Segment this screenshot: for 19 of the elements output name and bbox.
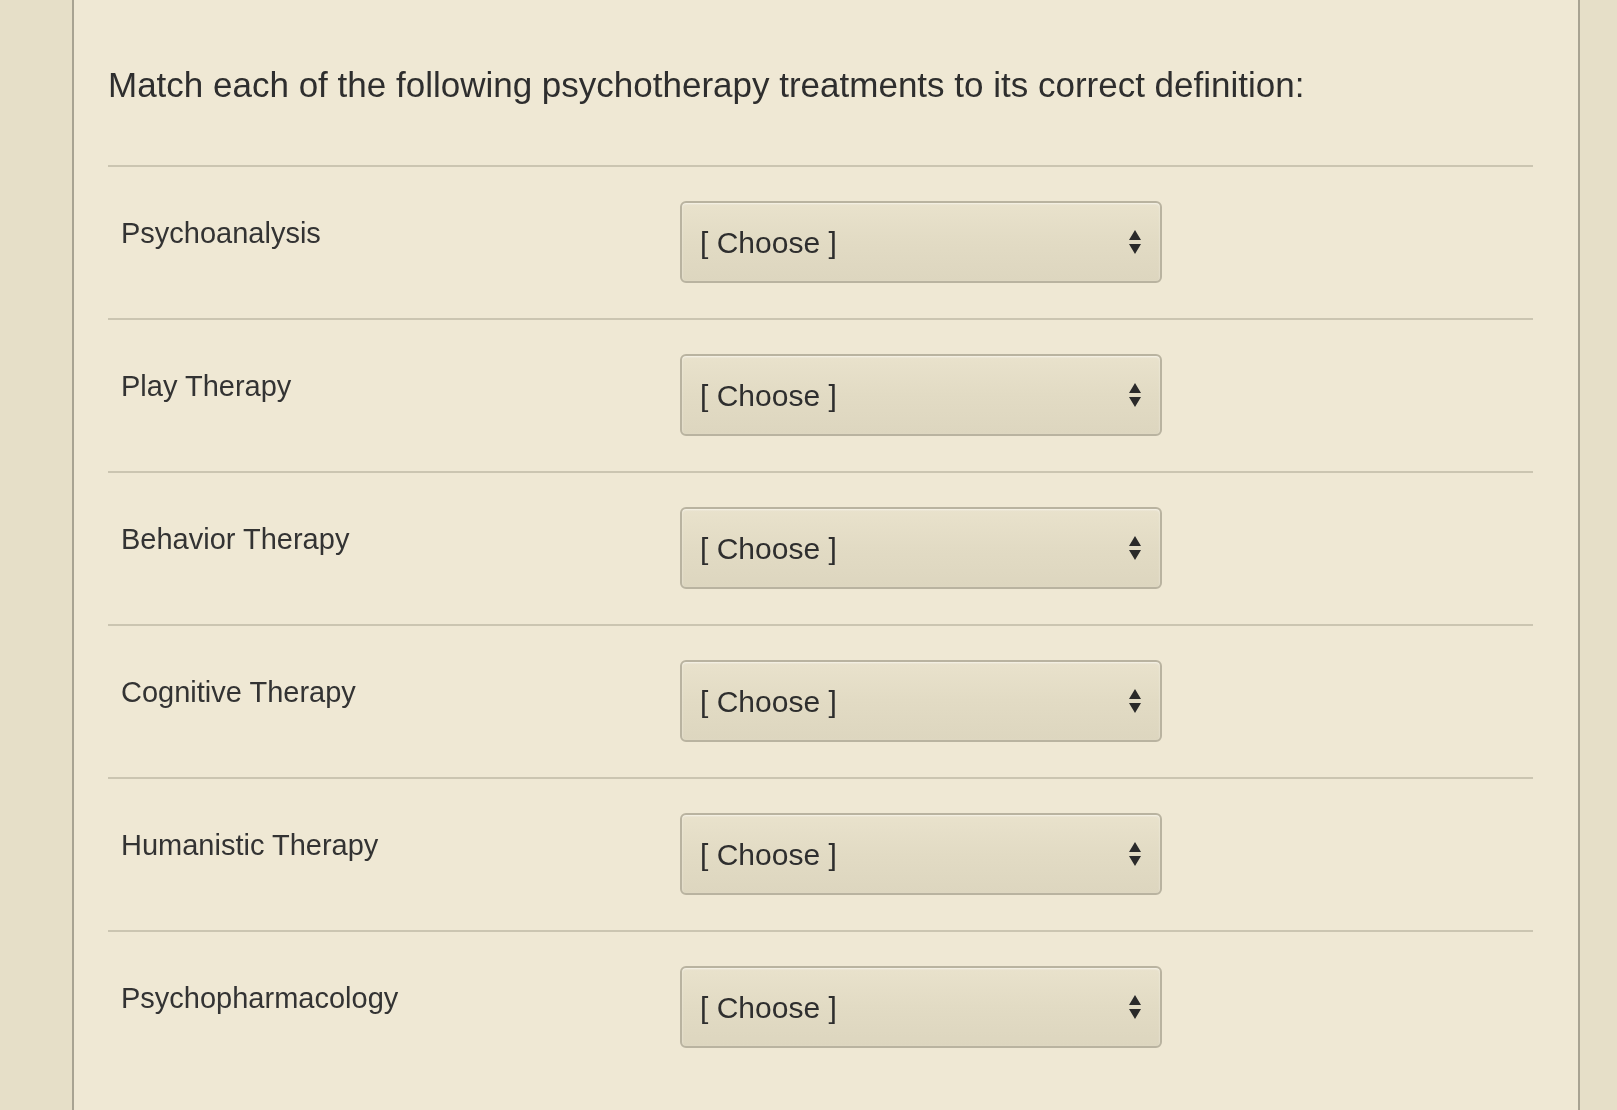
treatment-label: Psychoanalysis — [121, 216, 321, 251]
question-prompt: Match each of the following psychotherapy treatments to its correct definition: — [108, 64, 1305, 106]
dropdown-select[interactable]: [ Choose ] — [680, 201, 1162, 283]
up-down-arrows-icon — [1128, 841, 1142, 867]
dropdown-select[interactable]: [ Choose ] — [680, 507, 1162, 589]
up-down-arrows-icon — [1128, 382, 1142, 408]
treatment-label: Humanistic Therapy — [121, 828, 379, 863]
dropdown-select[interactable]: [ Choose ] — [680, 966, 1162, 1048]
treatment-label: Play Therapy — [121, 369, 292, 404]
treatment-label: Psychopharmacology — [121, 981, 399, 1016]
dropdown-select[interactable]: [ Choose ] — [680, 660, 1162, 742]
up-down-arrows-icon — [1128, 994, 1142, 1020]
up-down-arrows-icon — [1128, 688, 1142, 714]
dropdown-select[interactable]: [ Choose ] — [680, 813, 1162, 895]
up-down-arrows-icon — [1128, 229, 1142, 255]
treatment-label: Cognitive Therapy — [121, 675, 356, 710]
up-down-arrows-icon — [1128, 535, 1142, 561]
dropdown-select[interactable]: [ Choose ] — [680, 354, 1162, 436]
treatment-label: Behavior Therapy — [121, 522, 350, 557]
